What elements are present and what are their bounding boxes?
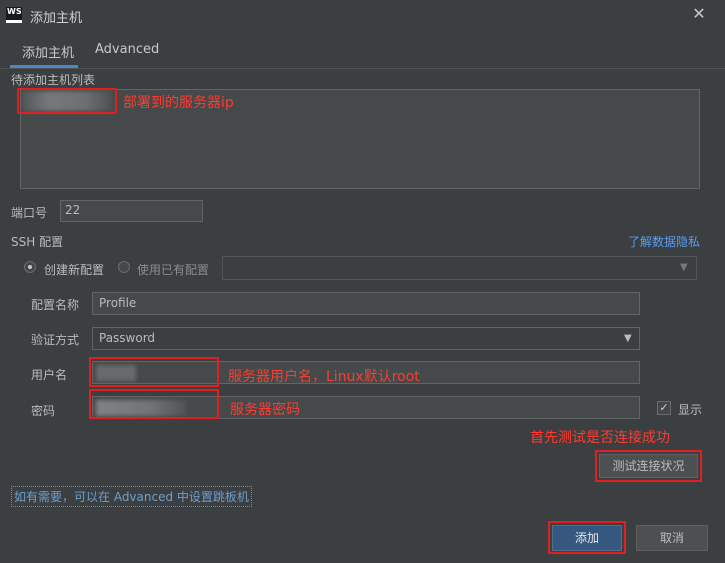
window-title: 添加主机 xyxy=(30,11,83,26)
port-label: 端口号 xyxy=(11,206,48,220)
port-input[interactable]: 22 xyxy=(60,200,203,222)
password-annotation: 服务器密码 xyxy=(230,402,300,418)
auth-method-select[interactable]: Password xyxy=(92,327,640,350)
password-highlight xyxy=(89,389,219,419)
radio-new-config-label[interactable]: 创建新配置 xyxy=(44,261,104,278)
test-annotation: 首先测试是否连接成功 xyxy=(530,430,670,446)
show-password-checkbox[interactable]: ✓ xyxy=(657,401,671,415)
username-label: 用户名 xyxy=(31,368,68,382)
show-password-label[interactable]: 显示 xyxy=(678,401,702,418)
radio-existing-config-label[interactable]: 使用已有配置 xyxy=(137,261,209,278)
close-icon[interactable]: ✕ xyxy=(690,5,708,23)
existing-config-select xyxy=(222,256,697,280)
username-highlight xyxy=(89,357,219,387)
radio-selected-dot xyxy=(28,265,32,269)
host-list[interactable] xyxy=(20,89,700,189)
ssh-config-label: SSH 配置 xyxy=(11,235,64,249)
jump-host-hint: 如有需要，可以在 Advanced 中设置跳板机 xyxy=(11,486,252,507)
username-annotation: 服务器用户名，Linux默认root xyxy=(228,369,420,385)
host-list-label: 待添加主机列表 xyxy=(11,73,96,87)
chevron-down-icon: ▼ xyxy=(624,333,632,344)
app-logo-icon: WS xyxy=(6,7,22,23)
password-label: 密码 xyxy=(31,404,56,418)
host-ip-annotation: 部署到的服务器ip xyxy=(123,95,234,111)
title-bar xyxy=(0,0,725,30)
radio-existing-config[interactable] xyxy=(118,261,130,273)
config-name-label: 配置名称 xyxy=(31,298,80,312)
config-name-input[interactable]: Profile xyxy=(92,292,640,315)
privacy-link[interactable]: 了解数据隐私 xyxy=(628,233,700,250)
test-connection-button[interactable]: 测试连接状况 xyxy=(599,454,698,478)
add-button[interactable]: 添加 xyxy=(552,525,622,551)
chevron-down-icon: ▼ xyxy=(680,262,688,273)
tab-advanced[interactable]: Advanced xyxy=(95,42,159,68)
cancel-button[interactable]: 取消 xyxy=(636,525,708,551)
tab-divider xyxy=(0,68,725,69)
auth-method-label: 验证方式 xyxy=(31,333,80,347)
host-ip-highlight xyxy=(17,88,117,114)
